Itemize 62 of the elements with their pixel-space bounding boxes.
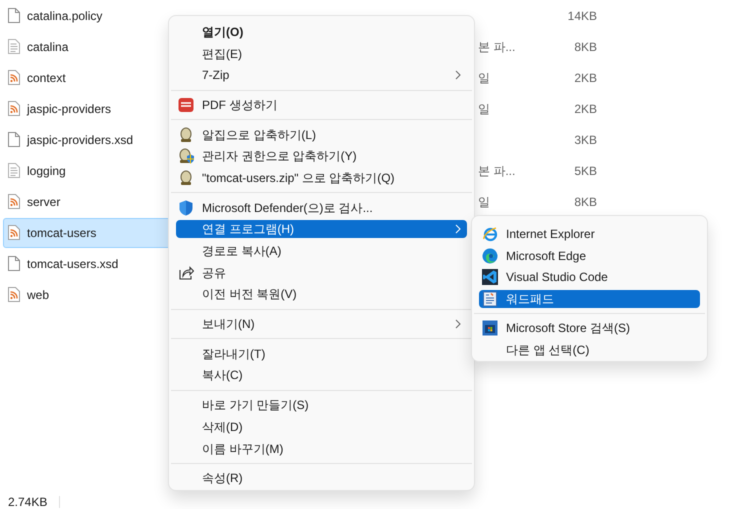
file-size: 5KB bbox=[574, 162, 597, 180]
feed-file-icon bbox=[8, 194, 20, 209]
menu-item[interactable]: "tomcat-users.zip" 으로 압축하기(Q) bbox=[176, 168, 467, 187]
menu-item[interactable]: 이전 버전 복원(V) bbox=[176, 285, 467, 304]
share-icon bbox=[178, 264, 194, 281]
menu-item[interactable]: Microsoft Edge bbox=[479, 246, 700, 265]
feed-file-icon bbox=[8, 70, 20, 85]
file-type: 본 파... bbox=[478, 162, 516, 180]
menu-item[interactable]: 열기(O) bbox=[176, 22, 467, 41]
bag-icon bbox=[482, 320, 498, 336]
menu-item[interactable]: 관리자 권한으로 압축하기(Y) bbox=[176, 147, 467, 166]
menu-item[interactable]: 연결 프로그램(H) bbox=[176, 220, 467, 238]
feed-file-icon bbox=[8, 101, 20, 116]
pdf-icon bbox=[178, 96, 194, 113]
file-size: 3KB bbox=[574, 132, 597, 148]
browser-icon bbox=[482, 226, 498, 242]
chevron-icon bbox=[455, 319, 461, 330]
file-size: 14KB bbox=[568, 8, 597, 24]
feed-file-icon bbox=[8, 287, 20, 302]
menu-item[interactable]: 7-Zip bbox=[176, 66, 467, 84]
swirl-icon bbox=[482, 248, 498, 264]
file-type: 일 bbox=[478, 100, 490, 118]
menu-item[interactable]: 삭제(D) bbox=[176, 418, 467, 436]
menu-item[interactable]: 워드패드 bbox=[479, 290, 700, 308]
menu-item[interactable]: 알집으로 압축하기(L) bbox=[176, 126, 467, 144]
file-type: 본 파... bbox=[478, 38, 516, 56]
menu-item[interactable]: 복사(C) bbox=[176, 366, 467, 384]
text-file-icon bbox=[8, 163, 20, 178]
menu-item[interactable]: PDF 생성하기 bbox=[176, 96, 467, 114]
menu-item[interactable]: Visual Studio Code bbox=[479, 268, 700, 286]
file-size: 8KB bbox=[574, 38, 597, 56]
menu-item[interactable]: 보내기(N) bbox=[176, 315, 467, 334]
file-icon bbox=[8, 8, 20, 23]
menu-item[interactable]: Microsoft Defender(으)로 검사... bbox=[176, 198, 467, 217]
menu-item[interactable]: 이름 바꾸기(M) bbox=[176, 440, 467, 458]
menu-item[interactable]: 바로 가기 만들기(S) bbox=[176, 396, 467, 414]
menu-item[interactable]: Internet Explorer bbox=[479, 224, 700, 243]
chevron-icon bbox=[455, 224, 461, 234]
file-icon bbox=[8, 256, 20, 271]
menu-item[interactable]: 속성(R) bbox=[176, 469, 467, 488]
menu-item[interactable]: Microsoft Store 검색(S) bbox=[479, 319, 700, 338]
feed-file-icon bbox=[8, 225, 20, 240]
egg-shield-icon bbox=[178, 148, 194, 164]
file-type: 일 bbox=[478, 194, 490, 210]
menu-item[interactable]: 공유 bbox=[176, 264, 467, 282]
menu-item[interactable]: 경로로 복사(A) bbox=[176, 242, 467, 260]
egg-icon bbox=[178, 126, 194, 143]
egg-icon bbox=[178, 170, 194, 186]
menu-item[interactable]: 다른 앱 선택(C) bbox=[479, 341, 700, 360]
file-size: 8KB bbox=[574, 194, 597, 210]
file-size: 2KB bbox=[574, 100, 597, 118]
notepad-icon bbox=[482, 290, 498, 307]
shield-icon bbox=[178, 200, 194, 216]
menu-item[interactable]: 편집(E) bbox=[176, 44, 467, 63]
menu-item[interactable]: 잘라내기(T) bbox=[176, 344, 467, 363]
code-editor-icon bbox=[482, 269, 498, 286]
file-type: 일 bbox=[478, 70, 490, 86]
file-size: 2KB bbox=[574, 70, 597, 86]
file-icon bbox=[8, 132, 20, 147]
status-text: 2.74KB bbox=[7, 494, 48, 509]
chevron-icon bbox=[455, 70, 461, 80]
text-file-icon bbox=[8, 39, 20, 54]
